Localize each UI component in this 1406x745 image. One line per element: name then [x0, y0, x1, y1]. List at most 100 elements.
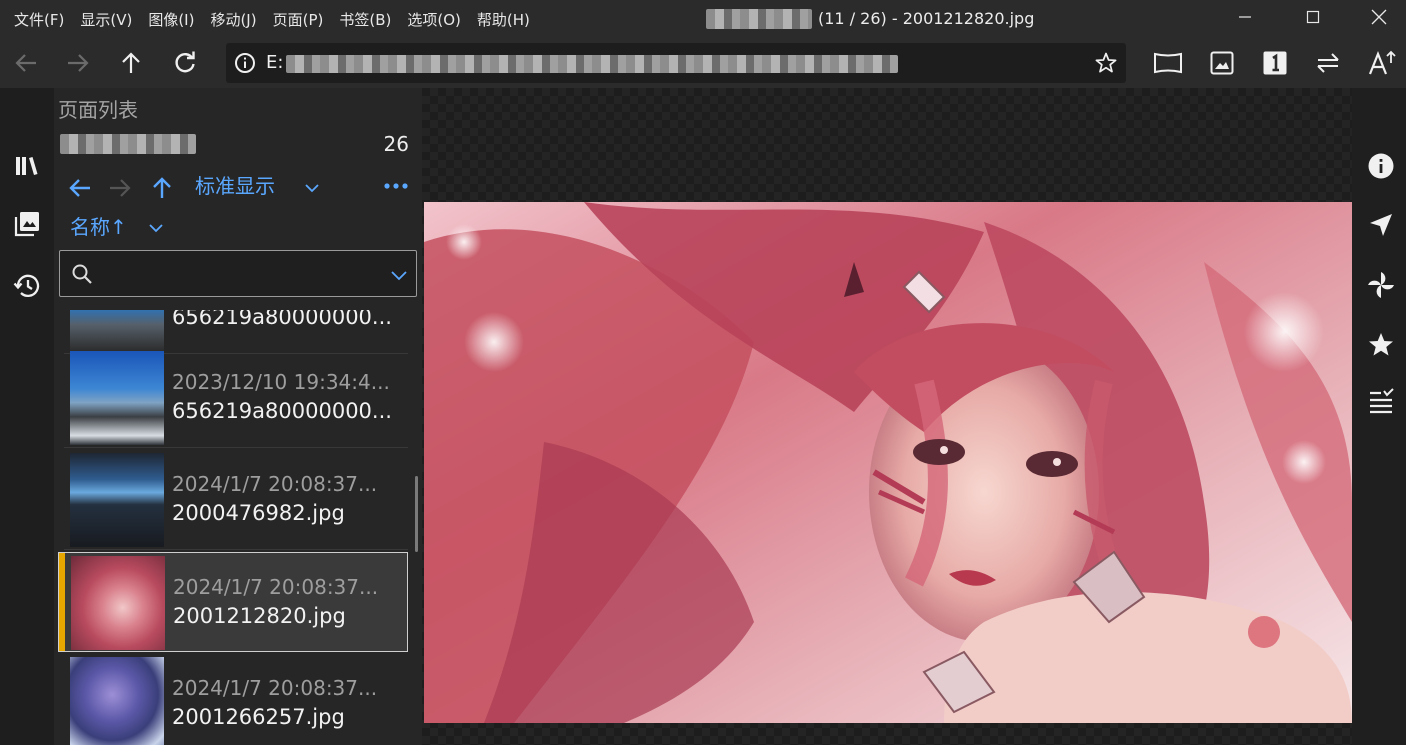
folder-name-redacted	[60, 134, 196, 154]
up-arrow-icon	[153, 177, 171, 198]
item-name: 656219a80000000...	[172, 399, 392, 423]
page-list-panel: 页面列表 26 标准显示 名称↑ 656219a80000000... 2023…	[54, 88, 422, 745]
list-item-selected[interactable]: 2024/1/7 20:08:37... 2001212820.jpg	[58, 552, 408, 652]
back-arrow-icon	[15, 54, 36, 72]
item-name: 2001212820.jpg	[173, 604, 346, 628]
chevron-down-icon[interactable]	[304, 180, 320, 196]
image-view-button[interactable]	[1202, 45, 1242, 81]
font-size-icon	[1368, 50, 1396, 75]
star-icon	[1369, 333, 1393, 356]
maximize-button[interactable]	[1290, 0, 1336, 34]
menu-move[interactable]: 移动(J)	[210, 9, 256, 30]
item-date: 2023/12/10 19:34:4...	[172, 370, 390, 394]
page-count: 26	[383, 132, 409, 156]
bookshelf-button[interactable]	[7, 146, 47, 186]
one-page-button[interactable]	[1255, 45, 1295, 81]
close-button[interactable]	[1356, 0, 1402, 34]
star-outline-icon[interactable]	[1094, 51, 1118, 75]
maximize-icon	[1306, 10, 1320, 24]
minimize-icon	[1239, 16, 1251, 18]
minimize-button[interactable]	[1222, 0, 1268, 34]
menu-options[interactable]: 选项(O)	[407, 9, 461, 30]
item-divider	[64, 447, 408, 448]
chevron-down-icon[interactable]	[390, 266, 408, 284]
refresh-button[interactable]	[165, 45, 205, 81]
info-panel-button[interactable]	[1361, 146, 1401, 186]
thumbnail	[70, 310, 164, 351]
pinwheel-icon	[1368, 272, 1394, 298]
item-date: 2024/1/7 20:08:37...	[173, 575, 379, 599]
list-item[interactable]: 2023/12/10 19:34:4... 656219a80000000...	[58, 348, 408, 448]
more-options-button[interactable]	[378, 168, 414, 204]
back-arrow-icon	[69, 179, 90, 197]
swap-direction-icon	[1317, 53, 1339, 73]
chevron-down-icon[interactable]	[148, 220, 164, 236]
title-folder-redacted	[706, 9, 812, 29]
bookshelf-icon	[16, 157, 38, 175]
toolbar: E:	[0, 38, 1406, 88]
list-icon	[1370, 388, 1394, 414]
refresh-icon	[175, 51, 195, 73]
image-viewer[interactable]	[422, 88, 1352, 745]
item-name: 2001266257.jpg	[172, 705, 345, 729]
gallery-button[interactable]	[7, 204, 47, 244]
thumbnail	[70, 453, 164, 547]
two-page-button[interactable]	[1148, 45, 1188, 81]
forward-button[interactable]	[58, 45, 98, 81]
up-button[interactable]	[111, 45, 151, 81]
menu-image[interactable]: 图像(I)	[148, 9, 194, 30]
search-icon	[72, 264, 92, 284]
address-path-redacted	[286, 55, 898, 73]
search-input[interactable]	[102, 259, 382, 289]
address-text: E:	[266, 52, 284, 73]
navigator-button[interactable]	[1361, 205, 1401, 245]
panel-title: 页面列表	[58, 98, 138, 122]
gallery-icon	[14, 212, 39, 237]
thumbnail	[70, 657, 164, 745]
displayed-image	[424, 202, 1352, 723]
history-button[interactable]	[7, 266, 47, 306]
item-name: 2000476982.jpg	[172, 501, 345, 525]
swap-direction-button[interactable]	[1308, 45, 1348, 81]
font-size-button[interactable]	[1362, 45, 1402, 81]
forward-arrow-icon	[68, 54, 89, 72]
list-item[interactable]: 2024/1/7 20:08:37... 2001266257.jpg	[58, 654, 408, 745]
item-name: 656219a80000000...	[172, 310, 392, 329]
bookmark-button[interactable]	[1361, 325, 1401, 365]
one-page-icon	[1263, 51, 1287, 75]
close-icon	[1371, 9, 1387, 25]
title-bar: 文件(F) 显示(V) 图像(I) 移动(J) 页面(P) 书签(B) 选项(O…	[0, 0, 1406, 38]
up-arrow-icon	[122, 52, 140, 73]
selection-accent	[59, 553, 65, 651]
image-view-icon	[1210, 51, 1234, 75]
image-artwork	[424, 202, 1352, 723]
list-item[interactable]: 2024/1/7 20:08:37... 2000476982.jpg	[58, 450, 408, 550]
left-rail	[0, 88, 54, 745]
item-divider	[64, 549, 408, 550]
forward-arrow-icon	[110, 179, 131, 197]
back-button[interactable]	[6, 45, 46, 81]
navigator-icon	[1370, 214, 1392, 236]
playlist-button[interactable]	[1361, 382, 1401, 422]
info-icon	[1368, 153, 1394, 179]
item-date: 2024/1/7 20:08:37...	[172, 472, 378, 496]
menu-bookmark[interactable]: 书签(B)	[339, 9, 391, 30]
panel-nav-row: 标准显示	[64, 168, 414, 204]
effects-button[interactable]	[1361, 265, 1401, 305]
menu-page[interactable]: 页面(P)	[273, 9, 324, 30]
panel-forward-button[interactable]	[104, 172, 136, 204]
panel-up-button[interactable]	[146, 172, 178, 204]
two-page-icon	[1154, 52, 1182, 74]
info-icon[interactable]	[234, 52, 256, 74]
right-rail	[1352, 88, 1406, 745]
address-bar[interactable]: E:	[226, 43, 1126, 83]
menu-file[interactable]: 文件(F)	[14, 9, 64, 30]
search-box[interactable]	[59, 250, 417, 297]
history-icon	[13, 274, 40, 297]
list-scrollbar[interactable]	[415, 476, 418, 552]
view-mode-dropdown[interactable]: 标准显示	[195, 168, 275, 204]
panel-back-button[interactable]	[64, 172, 96, 204]
menu-help[interactable]: 帮助(H)	[477, 9, 530, 30]
menu-view[interactable]: 显示(V)	[80, 9, 132, 30]
sort-dropdown[interactable]: 名称↑	[70, 210, 127, 244]
